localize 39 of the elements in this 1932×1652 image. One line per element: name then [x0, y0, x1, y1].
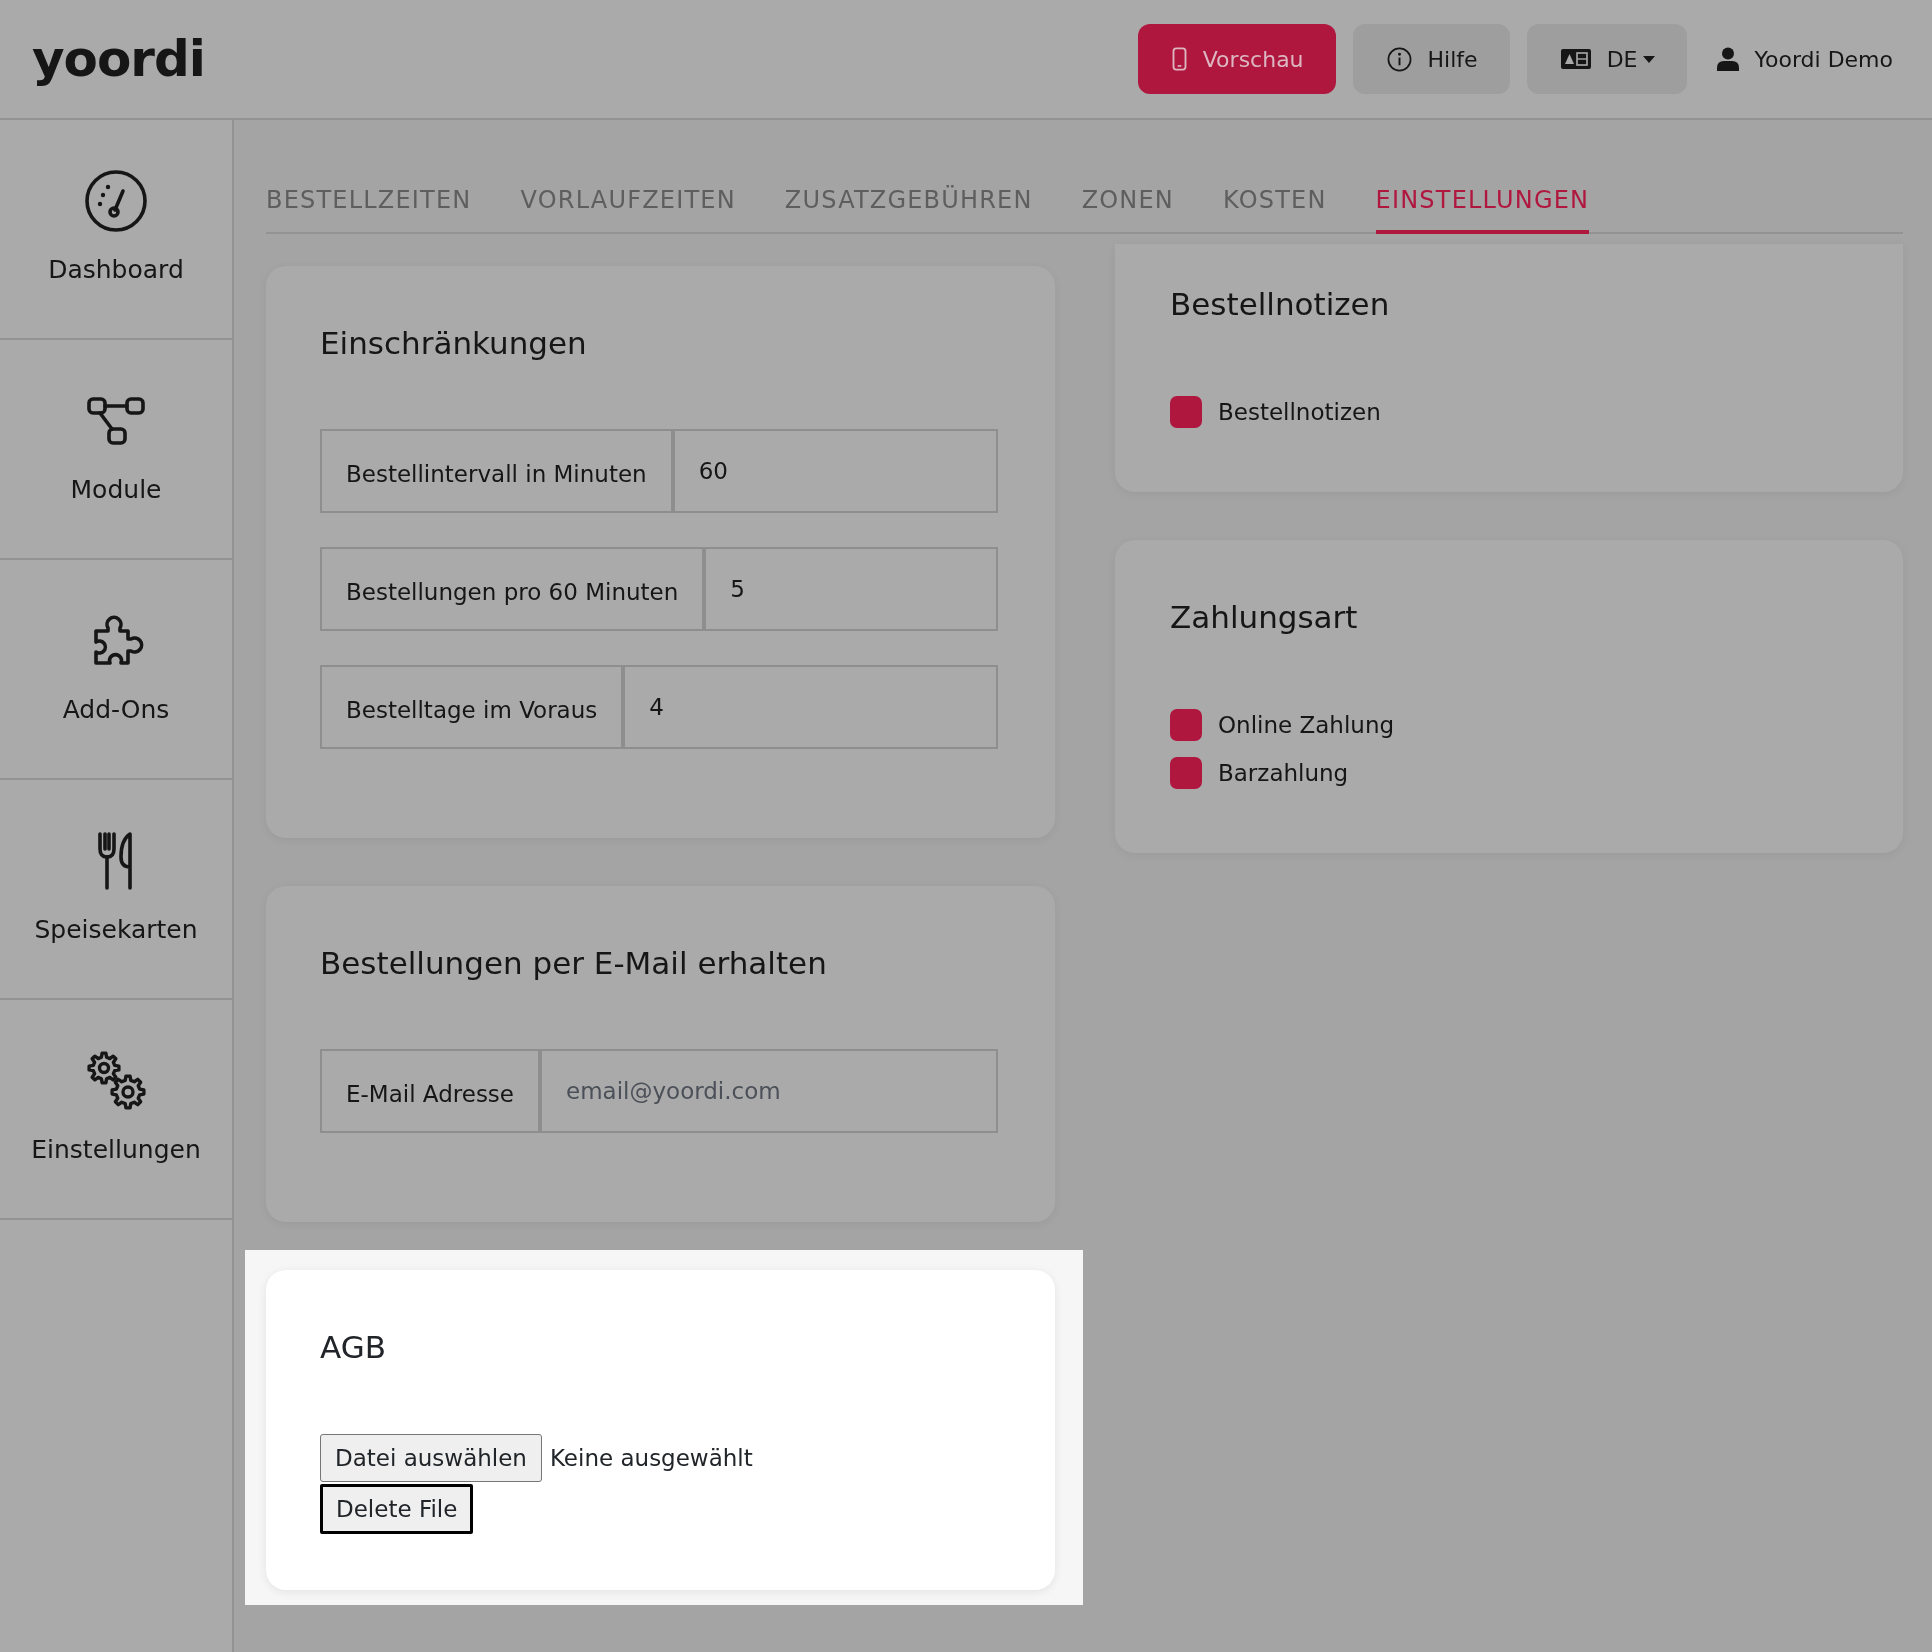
- gears-icon: [84, 1049, 148, 1113]
- card-title: Einschränkungen: [320, 324, 588, 363]
- logo-text: yoordi: [32, 29, 205, 89]
- delete-file-button[interactable]: Delete File: [320, 1484, 474, 1534]
- checkbox[interactable]: [1170, 709, 1202, 741]
- card-title: AGB: [320, 1328, 387, 1367]
- nav-item[interactable]: Module: [0, 340, 232, 560]
- language-button[interactable]: DE: [1526, 24, 1688, 94]
- checkbox[interactable]: [1170, 396, 1202, 428]
- nav-item[interactable]: Add-Ons: [0, 560, 232, 780]
- field-label: E-Mail Adresse: [320, 1049, 540, 1133]
- language-icon: [1560, 49, 1591, 69]
- nav-item[interactable]: Dashboard: [0, 120, 232, 340]
- input-field[interactable]: 60: [672, 429, 998, 513]
- person-icon: [1717, 47, 1740, 71]
- option-label: Online Zahlung: [1218, 711, 1395, 740]
- input-field[interactable]: email@yoordi.com: [540, 1049, 998, 1133]
- help-button[interactable]: Hilfe: [1352, 24, 1510, 94]
- field-label: Bestelltage im Voraus: [320, 665, 624, 749]
- gauge-icon: [84, 169, 148, 233]
- card-title: Zahlungsart: [1170, 598, 1359, 637]
- input-field[interactable]: 5: [704, 547, 998, 631]
- option-label: Barzahlung: [1218, 759, 1349, 788]
- file-choose-button[interactable]: Datei auswählen: [320, 1434, 542, 1482]
- checkbox[interactable]: [1170, 757, 1202, 789]
- user-menu[interactable]: Yoordi Demo: [1717, 46, 1893, 72]
- nav-item[interactable]: Speisekarten: [0, 780, 232, 1000]
- file-status-text: Keine ausgewählt: [549, 1445, 753, 1471]
- input-field[interactable]: 4: [623, 665, 998, 749]
- phone-icon: [1171, 47, 1187, 71]
- field-label: Bestellintervall in Minuten: [320, 429, 673, 513]
- caret-icon: [1643, 55, 1656, 63]
- info-icon: [1386, 46, 1412, 72]
- nav-item[interactable]: Einstellungen: [0, 1000, 232, 1220]
- preview-button[interactable]: Vorschau: [1137, 24, 1336, 94]
- field-label: Bestellungen pro 60 Minuten: [320, 547, 705, 631]
- card-title: Bestellungen per E-Mail erhalten: [320, 944, 828, 983]
- card-title: Bestellnotizen: [1170, 285, 1391, 324]
- option-label: Bestellnotizen: [1218, 398, 1381, 427]
